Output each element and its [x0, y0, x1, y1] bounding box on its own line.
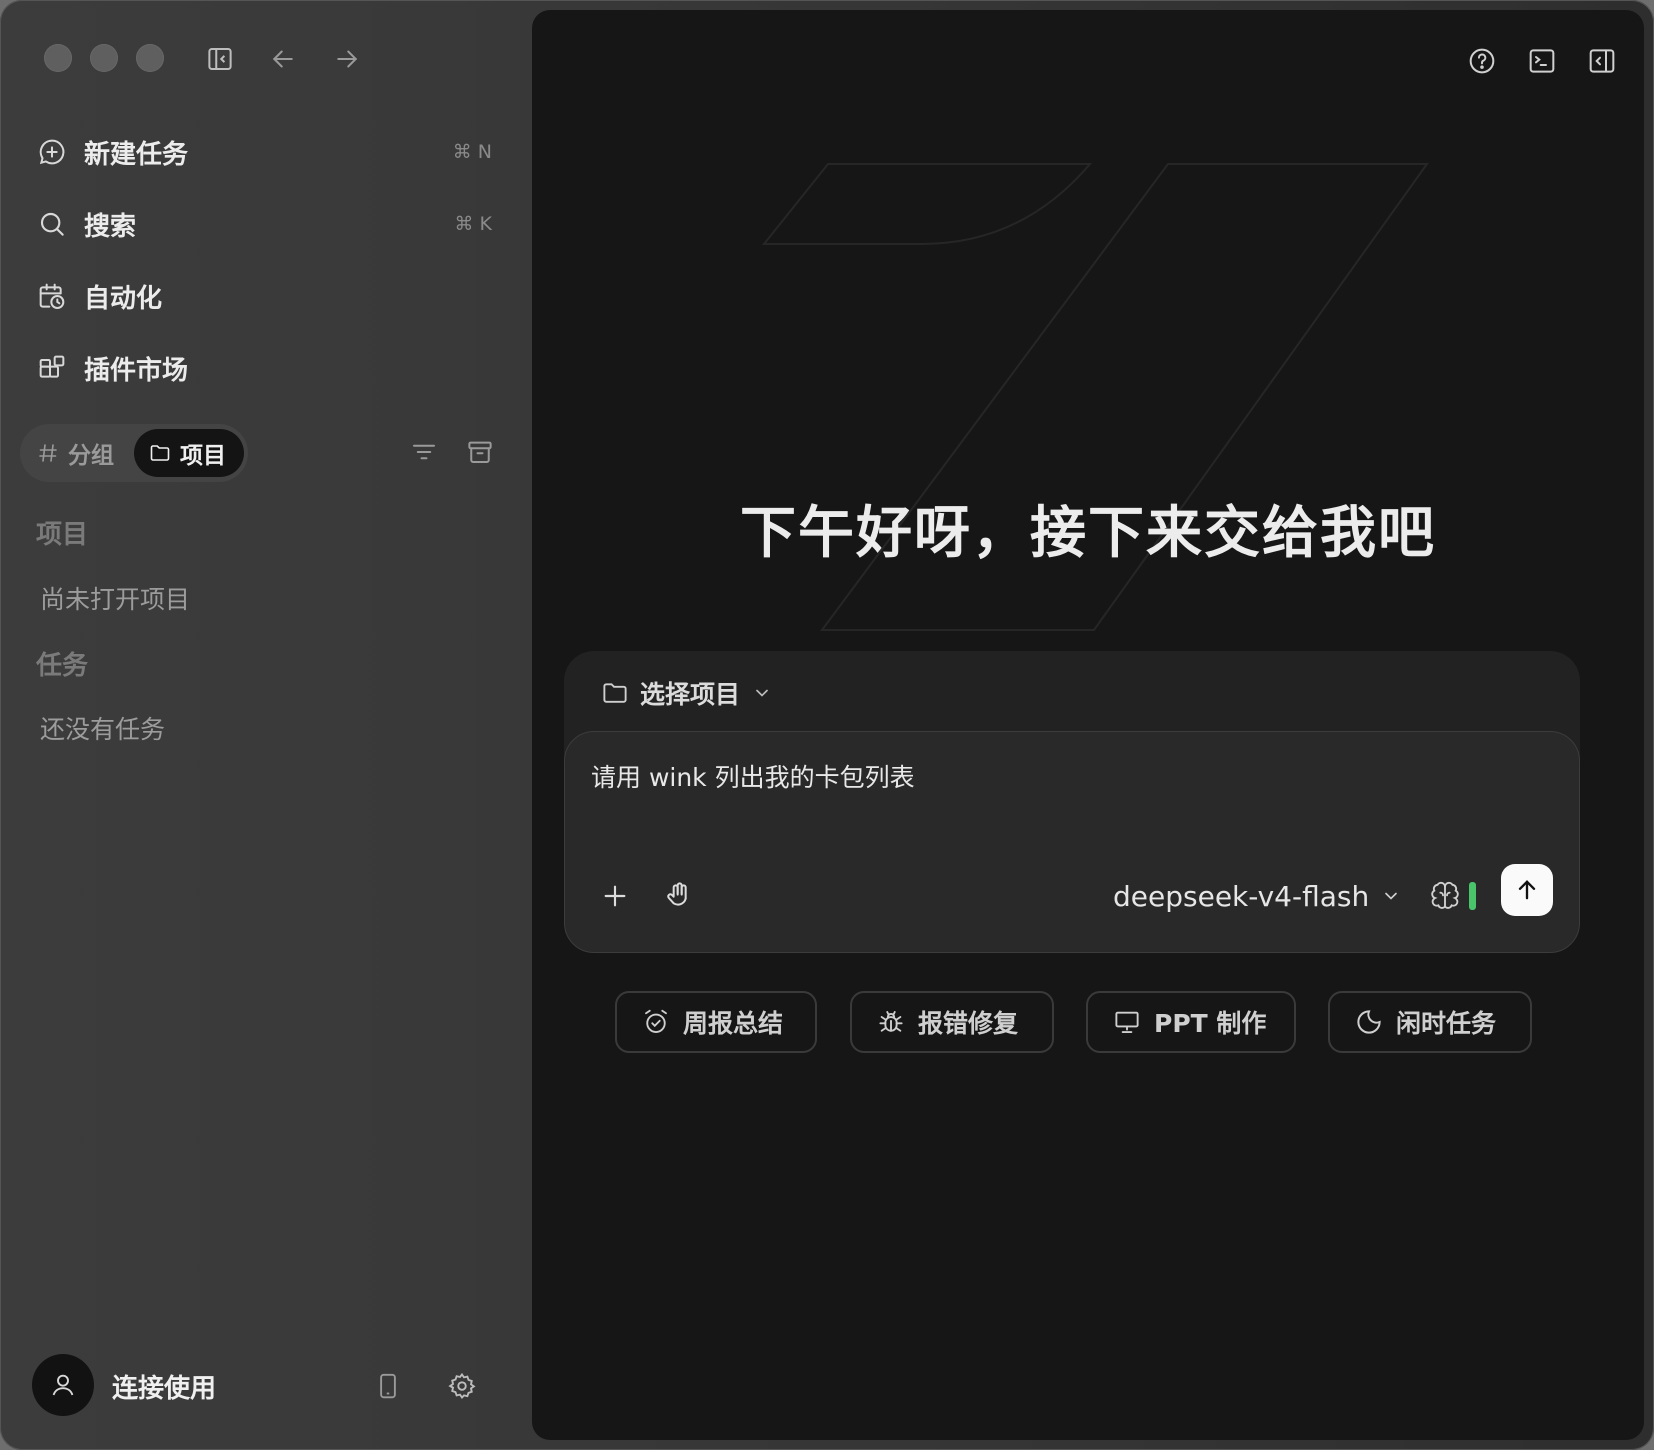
quick-action-weekly-report[interactable]: 周报总结 [615, 991, 817, 1053]
new-task-button[interactable]: 新建任务 ⌘ N [34, 124, 494, 180]
bug-icon [879, 1011, 903, 1032]
nav-label-plugin-market: 插件市场 [84, 355, 189, 386]
gear-icon[interactable] [445, 1369, 479, 1403]
arrow-right-icon[interactable] [330, 42, 364, 76]
new-task-icon [34, 134, 70, 170]
plugin-grid-icon [34, 350, 70, 386]
quick-action-bug-fix[interactable]: 报错修复 [850, 991, 1054, 1053]
help-icon[interactable] [1463, 42, 1501, 80]
quick-action-idle-task[interactable]: 闲时任务 [1328, 991, 1532, 1053]
plus-icon[interactable] [595, 876, 635, 916]
segment-project-label: 项目 [180, 443, 226, 469]
zoom-window-button[interactable] [136, 44, 164, 72]
projects-section-heading: 项目 [36, 520, 89, 550]
chevron-down-icon [756, 689, 768, 697]
segment-group-label: 分组 [68, 443, 114, 469]
folder-icon [603, 683, 627, 703]
project-select-label: 选择项目 [640, 680, 741, 709]
user-icon [52, 1374, 74, 1396]
quick-action-label: 周报总结 [683, 1009, 784, 1038]
quick-action-label: 闲时任务 [1396, 1009, 1497, 1038]
group-project-segmented-control: 分组 项目 [20, 424, 248, 482]
calendar-clock-icon [34, 278, 70, 314]
avatar[interactable] [32, 1354, 94, 1416]
main-panel: 下午好呀，接下来交给我吧 选择项目 请用 wink 列出我的卡包列表 deeps… [532, 10, 1644, 1440]
segment-group-tab[interactable]: 分组 [36, 429, 114, 477]
brain-icon[interactable] [1427, 878, 1463, 914]
watermark-logo-icon [761, 163, 1429, 631]
model-name: deepseek-v4-flash [1113, 879, 1370, 913]
shortcut-new-task: ⌘ N [452, 141, 492, 163]
model-select-dropdown[interactable]: deepseek-v4-flash [1113, 876, 1401, 916]
folder-icon [150, 445, 170, 461]
prompt-input[interactable]: 请用 wink 列出我的卡包列表 [591, 758, 915, 794]
filter-icon[interactable] [406, 434, 442, 470]
tasks-section-heading: 任务 [36, 651, 89, 681]
alarm-check-icon [645, 1009, 667, 1033]
reasoning-level-indicator [1469, 882, 1476, 910]
send-button[interactable] [1501, 864, 1553, 916]
shortcut-search: ⌘ K [454, 213, 493, 235]
segment-project-tab[interactable]: 项目 [134, 429, 244, 477]
project-select-dropdown[interactable]: 选择项目 [600, 671, 782, 715]
quick-action-ppt[interactable]: PPT 制作 [1086, 991, 1296, 1053]
presentation-icon [1115, 1011, 1139, 1033]
arrow-left-icon[interactable] [266, 42, 300, 76]
plugin-market-button[interactable]: 插件市场 [34, 340, 494, 396]
chevron-down-icon [1385, 892, 1398, 900]
composer-container: 选择项目 请用 wink 列出我的卡包列表 deepseek-v4-flash [564, 651, 1580, 953]
tasks-empty-text: 还没有任务 [40, 715, 166, 744]
quick-action-label: PPT 制作 [1154, 1009, 1267, 1038]
prompt-input-box[interactable]: 请用 wink 列出我的卡包列表 deepseek-v4-flash [564, 731, 1580, 953]
archive-icon[interactable] [462, 434, 498, 470]
search-icon [34, 206, 70, 242]
nav-label-automation: 自动化 [84, 283, 163, 314]
sidebar: 新建任务 ⌘ N 搜索 ⌘ K 自动化 插件市场 分组 项目 项目 尚未打开项目… [0, 0, 532, 1450]
terminal-icon[interactable] [1523, 42, 1561, 80]
greeting-heading: 下午好呀，接下来交给我吧 [740, 501, 1436, 566]
mobile-device-icon[interactable] [371, 1369, 405, 1403]
search-button[interactable]: 搜索 ⌘ K [34, 196, 494, 252]
right-panel-icon[interactable] [1583, 42, 1621, 80]
hash-icon [39, 444, 57, 462]
projects-empty-text: 尚未打开项目 [40, 585, 191, 614]
titlebar [0, 0, 532, 120]
automation-button[interactable]: 自动化 [34, 268, 494, 324]
quick-action-label: 报错修复 [918, 1009, 1019, 1038]
close-window-button[interactable] [44, 44, 72, 72]
minimize-window-button[interactable] [90, 44, 118, 72]
arrow-up-icon [1518, 880, 1536, 900]
sidebar-footer: 连接使用 [32, 1354, 502, 1418]
app-window: 新建任务 ⌘ N 搜索 ⌘ K 自动化 插件市场 分组 项目 项目 尚未打开项目… [0, 0, 1654, 1450]
moon-icon [1357, 1010, 1381, 1034]
connect-label[interactable]: 连接使用 [112, 1368, 216, 1405]
nav-label-new-task: 新建任务 [84, 139, 189, 170]
sidebar-toggle-icon[interactable] [203, 42, 237, 76]
hand-icon[interactable] [659, 876, 699, 916]
nav-label-search: 搜索 [84, 211, 137, 242]
